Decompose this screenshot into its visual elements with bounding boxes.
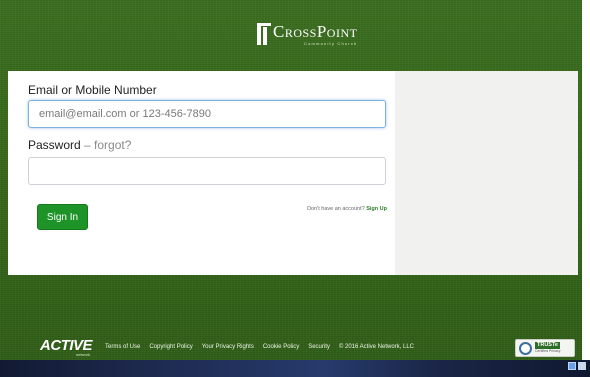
truste-name: TRUSTe	[535, 342, 561, 349]
volume-icon[interactable]	[578, 362, 586, 370]
truste-text: TRUSTe Certified Privacy	[535, 342, 561, 354]
brand-text: CrossPoint Community Church	[273, 22, 357, 47]
right-edge-strip	[582, 0, 590, 360]
sign-in-button[interactable]: Sign In	[37, 204, 88, 230]
forgot-password-link[interactable]: forgot?	[94, 138, 131, 152]
truste-sub: Certified Privacy	[535, 349, 561, 353]
crosspoint-logo-icon	[257, 23, 271, 45]
network-icon[interactable]	[568, 362, 576, 370]
taskbar	[0, 360, 590, 377]
terms-of-use-link[interactable]: Terms of Use	[105, 344, 140, 350]
active-network-logo[interactable]: ACTIVE network	[40, 337, 93, 360]
password-separator: –	[80, 138, 95, 152]
brand-name: CrossPoint	[273, 22, 358, 41]
truste-seal-icon	[519, 341, 532, 355]
side-panel	[395, 71, 578, 275]
signup-prompt: Don't have an account? Sign Up	[272, 206, 387, 212]
password-field[interactable]	[28, 157, 386, 185]
signup-prompt-text: Don't have an account?	[307, 206, 365, 212]
cookie-policy-link[interactable]: Cookie Policy	[263, 344, 299, 350]
truste-badge[interactable]: TRUSTe Certified Privacy	[515, 339, 575, 357]
active-logo-sub: network	[76, 352, 91, 357]
brand-tagline: Community Church	[304, 41, 358, 46]
password-label: Password	[28, 138, 81, 152]
security-link[interactable]: Security	[308, 344, 330, 350]
email-field[interactable]	[28, 100, 386, 128]
copyright-policy-link[interactable]: Copyright Policy	[149, 344, 192, 350]
active-logo-text: ACTIVE	[40, 337, 93, 354]
email-label: Email or Mobile Number	[28, 83, 157, 97]
copyright-text: © 2016 Active Network, LLC	[338, 344, 415, 350]
privacy-rights-link[interactable]: Your Privacy Rights	[202, 344, 254, 350]
sign-up-link[interactable]: Sign Up	[366, 206, 387, 212]
footer-links: Terms of Use Copyright Policy Your Priva…	[105, 344, 414, 350]
brand-logo[interactable]: CrossPoint Community Church	[257, 22, 357, 48]
password-label-row: Password – forgot?	[28, 138, 131, 152]
system-tray	[568, 362, 586, 370]
